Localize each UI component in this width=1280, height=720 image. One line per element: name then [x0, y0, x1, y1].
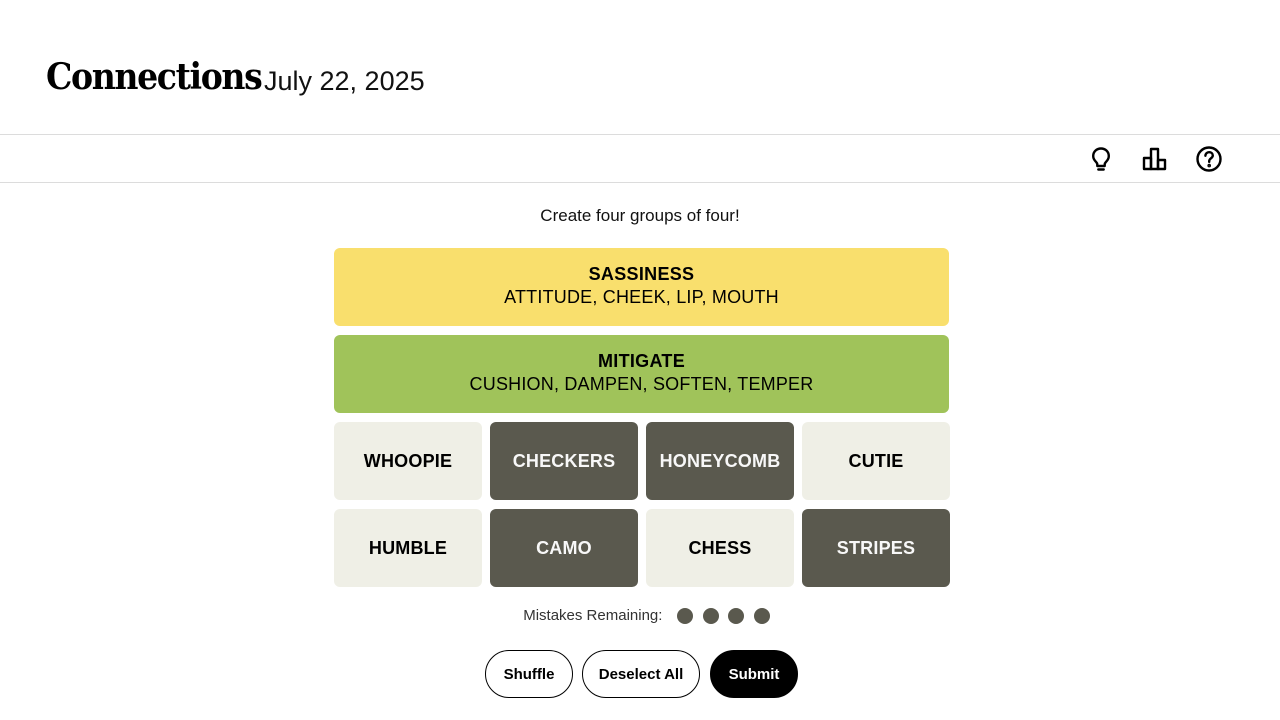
help-question-icon[interactable] [1195, 145, 1223, 173]
header: Connections July 22, 2025 [0, 0, 1280, 135]
game-title: Connections [46, 56, 263, 98]
solved-group-yellow: SASSINESS ATTITUDE, CHEEK, LIP, MOUTH [334, 248, 949, 326]
mistakes-remaining: Mistakes Remaining: [0, 607, 1280, 624]
mistakes-label: Mistakes Remaining: [523, 607, 663, 624]
stats-bar-chart-icon[interactable] [1141, 145, 1169, 173]
toolbar [0, 135, 1280, 183]
mistake-dot [728, 607, 745, 624]
solved-group-title: SASSINESS [588, 264, 695, 284]
puzzle-date: July 22, 2025 [264, 66, 425, 96]
word-tile[interactable]: STRIPES [802, 509, 950, 587]
word-tile[interactable]: CUTIE [802, 422, 950, 500]
mistake-dots [672, 607, 774, 624]
submit-button[interactable]: Submit [710, 650, 798, 698]
mistake-dot [702, 607, 719, 624]
hint-lightbulb-icon[interactable] [1087, 145, 1115, 173]
word-tile[interactable]: WHOOPIE [334, 422, 482, 500]
solved-group-green: MITIGATE CUSHION, DAMPEN, SOFTEN, TEMPER [334, 335, 949, 413]
shuffle-button[interactable]: Shuffle [485, 650, 573, 698]
solved-group-members: CUSHION, DAMPEN, SOFTEN, TEMPER [469, 374, 814, 394]
word-tile[interactable]: CAMO [490, 509, 638, 587]
word-tile[interactable]: CHECKERS [490, 422, 638, 500]
instructions-text: Create four groups of four! [540, 206, 740, 225]
mistake-dot [754, 607, 770, 624]
word-tile[interactable]: HUMBLE [334, 509, 482, 587]
word-grid: WHOOPIE CHECKERS HONEYCOMB CUTIE HUMBLE … [334, 422, 950, 587]
word-tile[interactable]: CHESS [646, 509, 794, 587]
mistake-dot [677, 607, 694, 624]
solved-group-title: MITIGATE [597, 351, 686, 371]
deselect-all-button[interactable]: Deselect All [582, 650, 700, 698]
solved-group-members: ATTITUDE, CHEEK, LIP, MOUTH [504, 287, 779, 307]
word-tile[interactable]: HONEYCOMB [646, 422, 794, 500]
